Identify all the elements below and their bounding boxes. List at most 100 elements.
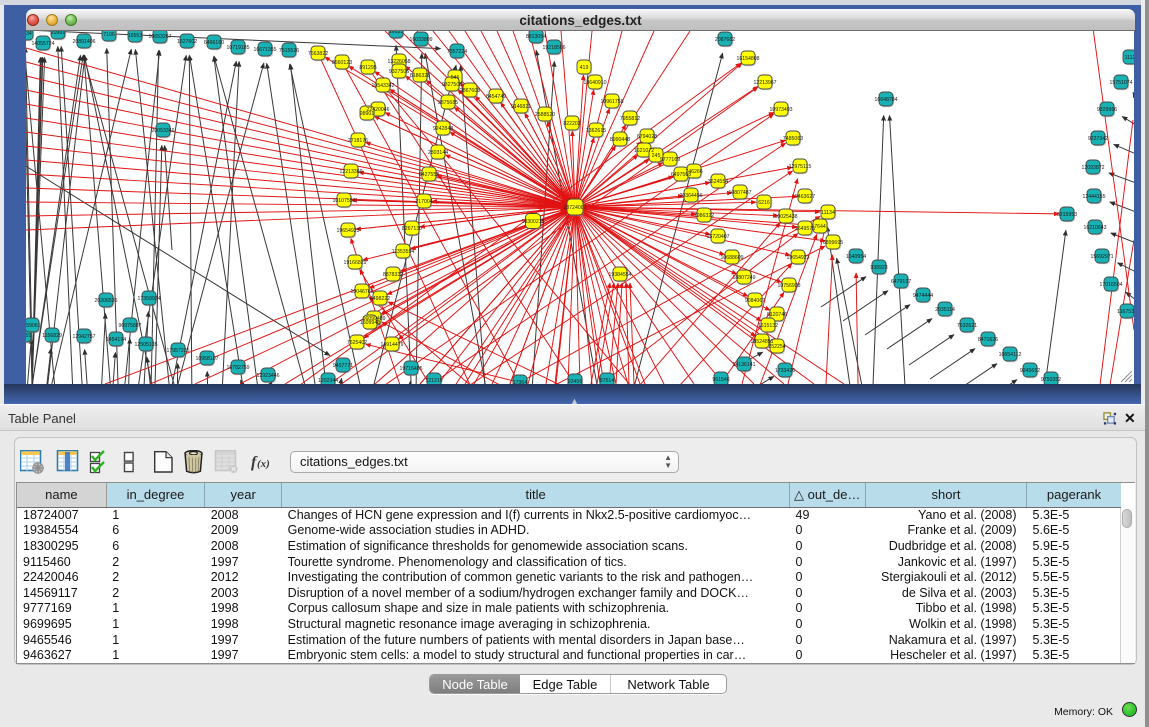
svg-text:20053346: 20053346 [151,128,174,134]
svg-text:3624554: 3624554 [708,179,728,185]
svg-text:1362615: 1362615 [586,128,606,134]
svg-text:8834: 8834 [26,31,32,37]
svg-text:7986322: 7986322 [694,213,714,219]
svg-text:90975887: 90975887 [118,323,141,329]
svg-text:17359924: 17359924 [137,296,160,302]
svg-text:16782759: 16782759 [226,365,249,371]
svg-text:19166829: 19166829 [343,260,366,266]
svg-text:6899695: 6899695 [823,240,843,246]
svg-text:121219: 121219 [425,378,442,384]
svg-text:20364456: 20364456 [679,193,702,199]
svg-text:9474444: 9474444 [913,293,933,299]
svg-text:16210643: 16210643 [1083,225,1106,231]
svg-text:9245652: 9245652 [1020,368,1040,374]
svg-text:20891406: 20891406 [72,39,95,45]
svg-text:3875685: 3875685 [438,100,458,106]
svg-text:9463627: 9463627 [795,194,815,200]
svg-text:10654112: 10654112 [999,352,1022,358]
svg-text:9750352: 9750352 [1041,377,1061,383]
svg-text:3215953: 3215953 [1057,212,1077,218]
svg-text:12942757: 12942757 [72,334,95,340]
svg-text:4498222: 4498222 [370,296,390,302]
svg-text:87514: 87514 [600,378,615,384]
svg-text:10973493: 10973493 [769,107,792,113]
svg-text:12923446: 12923446 [256,373,279,379]
svg-text:92456: 92456 [568,379,583,384]
svg-text:20991: 20991 [51,31,66,36]
svg-text:419: 419 [580,65,589,71]
svg-text:9146821: 9146821 [511,104,531,110]
svg-text:10543342: 10543342 [371,83,394,89]
svg-text:14914479: 14914479 [380,342,403,348]
svg-text:1609948: 1609948 [360,320,380,326]
svg-text:13640910: 13640910 [583,80,606,86]
svg-text:859061: 859061 [26,323,41,329]
svg-text:18724007: 18724007 [563,205,586,211]
svg-text:6466160: 6466160 [204,40,224,46]
svg-text:1615132: 1615132 [758,323,778,329]
svg-text:252254: 252254 [768,344,785,350]
svg-text:15751074: 15751074 [1109,80,1132,86]
svg-text:10046766: 10046766 [350,289,373,295]
svg-text:1733426: 1733426 [775,368,795,374]
svg-text:2803144: 2803144 [428,150,448,156]
svg-text:12975115: 12975115 [789,164,812,170]
svg-text:13226058: 13226058 [387,59,410,65]
svg-text:7632621: 7632621 [957,323,977,329]
svg-text:10653267: 10653267 [148,34,171,40]
svg-text:10958107: 10958107 [195,356,218,362]
svg-text:1167533: 1167533 [1117,309,1134,315]
svg-text:19384554: 19384554 [608,272,631,278]
svg-text:12444155: 12444155 [1082,194,1105,200]
svg-text:8813054: 8813054 [526,34,546,40]
svg-text:11353594: 11353594 [392,249,415,255]
svg-text:14136141: 14136141 [732,362,755,368]
svg-text:17016504: 17016504 [1099,282,1122,288]
svg-text:14055724: 14055724 [31,41,54,47]
svg-text:6120746: 6120746 [767,312,787,318]
svg-text:7485063: 7485063 [783,136,803,142]
svg-text:17364: 17364 [513,380,528,384]
svg-text:7625402: 7625402 [347,340,367,346]
svg-text:19654923: 19654923 [336,228,359,234]
svg-text:6479197: 6479197 [891,279,911,285]
svg-text:7955812: 7955812 [620,116,640,122]
svg-text:8660123: 8660123 [332,60,352,66]
svg-text:12093872: 12093872 [1081,165,1104,171]
svg-text:15720407: 15720407 [706,234,729,240]
svg-text:12505135: 12505135 [134,342,157,348]
svg-text:9227342: 9227342 [1088,136,1108,142]
svg-text:19218506: 19218506 [542,45,565,51]
svg-text:11134: 11134 [821,210,835,216]
svg-text:18807249: 18807249 [732,275,755,281]
svg-text:1202344: 1202344 [318,378,338,384]
svg-text:2718176: 2718176 [348,138,368,144]
svg-text:19654923: 19654923 [786,255,809,261]
svg-text:938923: 938923 [870,265,887,271]
svg-text:10719185: 10719185 [226,45,249,51]
svg-text:18300215: 18300215 [521,219,544,225]
svg-text:546: 546 [451,75,460,81]
svg-text:9084067: 9084067 [745,298,765,304]
svg-text:16671355: 16671355 [253,47,276,53]
svg-text:8267130: 8267130 [402,226,422,232]
svg-text:7106: 7106 [103,32,115,38]
svg-text:10807487: 10807487 [728,190,751,196]
svg-text:16648784: 16648784 [874,97,897,103]
svg-text:9327506: 9327506 [389,69,409,75]
svg-text:2087682: 2087682 [715,37,735,43]
svg-text:8878332: 8878332 [383,272,403,278]
svg-text:98901: 98901 [360,111,375,117]
svg-text:2588520: 2588520 [535,112,555,118]
svg-text:16553: 16553 [128,33,143,39]
svg-text:7663822: 7663822 [308,51,328,57]
svg-text:7644: 7644 [814,224,826,230]
svg-text:217004: 217004 [415,199,432,205]
svg-text:10688609: 10688609 [720,255,743,261]
svg-text:8990448: 8990448 [610,137,630,143]
svg-text:7515526: 7515526 [279,48,299,54]
svg-text:891295: 891295 [359,65,376,71]
svg-text:9242848: 9242848 [433,126,453,132]
svg-text:8427552: 8427552 [419,172,439,178]
svg-text:1454194: 1454194 [106,337,126,343]
